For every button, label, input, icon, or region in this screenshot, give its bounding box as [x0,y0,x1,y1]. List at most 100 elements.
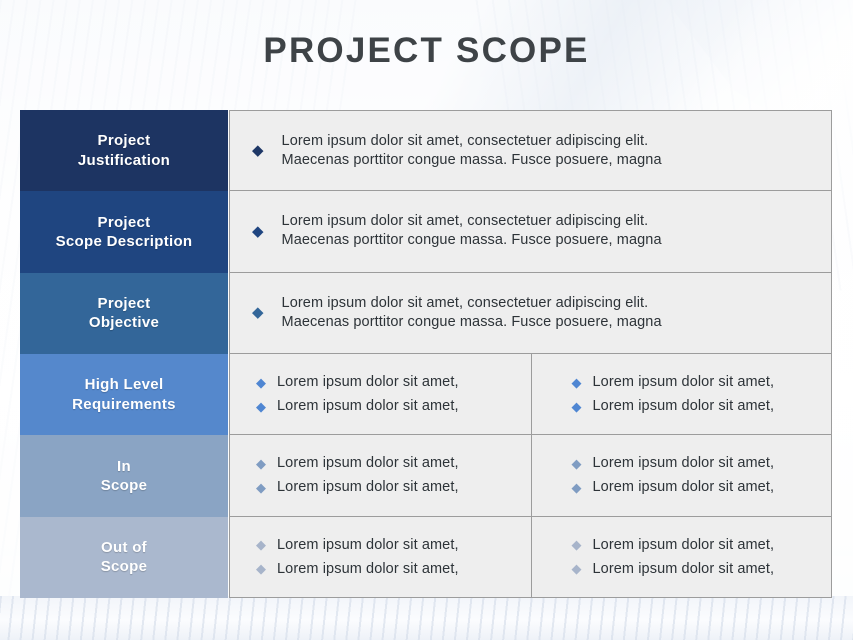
row-content-cell: ◆ Lorem ipsum dolor sit amet, consectetue… [229,272,832,354]
row-label-text: High Level Requirements [72,375,176,413]
row-label-cell[interactable]: Project Justification [20,110,228,192]
background-bottom-band [0,596,853,640]
list-item-label: Lorem ipsum dolor sit amet, [277,374,459,391]
row-label-cell[interactable]: Project Scope Description [20,191,228,273]
diamond-bullet-icon: ◆ [252,222,264,240]
list-item[interactable]: ◆ Lorem ipsum dolor sit amet, [572,398,832,414]
bullet-column-left: ◆ Lorem ipsum dolor sit amet, ◆ Lorem ipsum… [230,517,531,597]
list-item-label: Lorem ipsum dolor sit amet, [592,536,775,553]
list-item[interactable]: ◆ Lorem ipsum dolor sit amet, [256,479,531,495]
row-content-cell: ◆ Lorem ipsum dolor sit amet, ◆ Lorem ipsum… [229,435,832,517]
row-label-line2: Objective [88,314,160,332]
diamond-bullet-icon: ◆ [256,374,266,390]
two-column-bullet-block: ◆ Lorem ipsum dolor sit amet, ◆ Lorem ipsum… [230,353,832,435]
list-item-label: Lorem ipsum dolor sit amet, [277,479,459,496]
row-label-line1: Project [97,295,151,313]
diamond-bullet-icon: ◆ [571,479,582,495]
list-item[interactable]: ◆ Lorem ipsum dolor sit amet, [572,537,832,553]
project-scope-table: Project Justification ◆ Lorem ipsum dolor s… [20,110,832,598]
row-label-text: Project Scope Description [56,213,193,251]
paragraph-text: Lorem ipsum dolor sit amet, consectetuer… [282,294,662,332]
diamond-bullet-icon: ◆ [571,374,582,390]
row-label-text: Out of Scope [101,538,148,576]
diamond-bullet-icon: ◆ [252,142,264,160]
diamond-bullet-icon: ◆ [256,479,266,495]
paragraph-text-line2: Maecenas porttitor congue massa. Fusce p… [281,232,662,249]
list-item[interactable]: ◆ Lorem ipsum dolor sit amet, [256,398,531,414]
bullet-column-left: ◆ Lorem ipsum dolor sit amet, ◆ Lorem ipsum… [230,354,531,434]
list-item[interactable]: ◆ Lorem ipsum dolor sit amet, [256,374,531,390]
paragraph-text-line1: Lorem ipsum dolor sit amet, consectetuer… [281,213,649,230]
list-item-label: Lorem ipsum dolor sit amet, [277,536,459,553]
row-label-line2: Scope Description [55,232,193,250]
list-item[interactable]: ◆ Lorem ipsum dolor sit amet, [256,537,531,553]
diamond-bullet-icon: ◆ [256,455,266,471]
list-item-label: Lorem ipsum dolor sit amet, [592,374,775,391]
table-row: Project Scope Description ◆ Lorem ipsum dol… [20,191,832,273]
list-item-label: Lorem ipsum dolor sit amet, [277,398,459,415]
row-label-line1: Project [97,213,151,231]
row-label-line2: Requirements [72,395,176,413]
row-label-cell[interactable]: In Scope [20,435,228,517]
list-item-label: Lorem ipsum dolor sit amet, [592,455,775,472]
diamond-bullet-icon: ◆ [252,304,264,322]
diamond-bullet-icon: ◆ [571,561,582,577]
list-item[interactable]: ◆ Lorem ipsum dolor sit amet, [572,374,832,390]
list-item[interactable]: ◆ Lorem ipsum dolor sit amet, [572,455,832,471]
table-row: Project Objective ◆ Lorem ipsum dolor sit a… [20,272,832,354]
paragraph-bullet-block: ◆ Lorem ipsum dolor sit amet, consectetue… [230,191,831,271]
row-label-line2: Scope [100,558,148,576]
row-label-line1: Out of [101,539,147,557]
diamond-bullet-icon: ◆ [571,455,582,471]
list-item-label: Lorem ipsum dolor sit amet, [592,479,775,496]
page-title: PROJECT SCOPE [263,31,590,70]
paragraph-text-line2: Maecenas porttitor congue massa. Fusce p… [281,313,662,330]
list-item-label: Lorem ipsum dolor sit amet, [592,398,775,415]
diamond-bullet-icon: ◆ [256,398,266,414]
bullet-column-right: ◆ Lorem ipsum dolor sit amet, ◆ Lorem ipsum… [530,353,832,435]
row-label-cell[interactable]: High Level Requirements [20,353,228,436]
slide-canvas: PROJECT SCOPE Project Justification ◆ Lorem… [0,0,853,640]
list-item[interactable]: ◆ Lorem ipsum dolor sit amet, [572,479,832,495]
row-label-line2: Scope [100,476,148,494]
row-content-cell: ◆ Lorem ipsum dolor sit amet, ◆ Lorem ipsum… [229,516,832,598]
paragraph-text-line2: Maecenas porttitor congue massa. Fusce p… [281,151,662,168]
table-row: Project Justification ◆ Lorem ipsum dolor s… [20,110,832,192]
row-label-line1: In [117,457,131,475]
list-item[interactable]: ◆ Lorem ipsum dolor sit amet, [256,455,531,471]
two-column-bullet-block: ◆ Lorem ipsum dolor sit amet, ◆ Lorem ipsum… [230,516,832,597]
list-item[interactable]: ◆ Lorem ipsum dolor sit amet, [256,561,531,577]
paragraph-text: Lorem ipsum dolor sit amet, consectetuer… [282,132,662,170]
row-label-line2: Justification [77,151,171,169]
paragraph-bullet-block: ◆ Lorem ipsum dolor sit amet, consectetue… [230,273,831,353]
row-label-cell[interactable]: Out of Scope [20,516,228,598]
row-label-text: In Scope [101,457,148,495]
list-item[interactable]: ◆ Lorem ipsum dolor sit amet, [572,561,832,577]
row-label-text: Project Objective [89,294,159,332]
paragraph-bullet-block: ◆ Lorem ipsum dolor sit amet, consectetue… [230,111,831,190]
paragraph-text-line1: Lorem ipsum dolor sit amet, consectetuer… [281,294,649,311]
list-item-label: Lorem ipsum dolor sit amet, [277,455,459,472]
row-label-line1: Project [97,132,151,150]
row-label-text: Project Justification [78,131,170,169]
table-row: Out of Scope ◆ Lorem ipsum dolor sit amet, ◆… [20,516,832,598]
paragraph-text: Lorem ipsum dolor sit amet, consectetuer… [282,212,662,250]
bullet-column-right: ◆ Lorem ipsum dolor sit amet, ◆ Lorem ipsum… [530,516,832,597]
list-item-label: Lorem ipsum dolor sit amet, [592,560,775,577]
diamond-bullet-icon: ◆ [571,398,582,414]
diamond-bullet-icon: ◆ [256,537,266,553]
paragraph-text-line1: Lorem ipsum dolor sit amet, consectetuer… [281,132,649,149]
list-item-label: Lorem ipsum dolor sit amet, [277,560,459,577]
diamond-bullet-icon: ◆ [256,561,266,577]
row-label-line1: High Level [84,376,164,394]
diamond-bullet-icon: ◆ [571,537,582,553]
two-column-bullet-block: ◆ Lorem ipsum dolor sit amet, ◆ Lorem ipsum… [230,435,832,516]
table-row: In Scope ◆ Lorem ipsum dolor sit amet, ◆ Lore… [20,435,832,517]
bullet-column-right: ◆ Lorem ipsum dolor sit amet, ◆ Lorem ipsum… [530,435,832,516]
row-label-cell[interactable]: Project Objective [20,272,228,354]
row-content-cell: ◆ Lorem ipsum dolor sit amet, ◆ Lorem ipsum… [229,353,832,436]
bullet-column-left: ◆ Lorem ipsum dolor sit amet, ◆ Lorem ipsum… [230,435,531,515]
table-row: High Level Requirements ◆ Lorem ipsum dolor… [20,353,832,436]
row-content-cell: ◆ Lorem ipsum dolor sit amet, consectetue… [229,110,832,192]
row-content-cell: ◆ Lorem ipsum dolor sit amet, consectetue… [229,191,832,273]
